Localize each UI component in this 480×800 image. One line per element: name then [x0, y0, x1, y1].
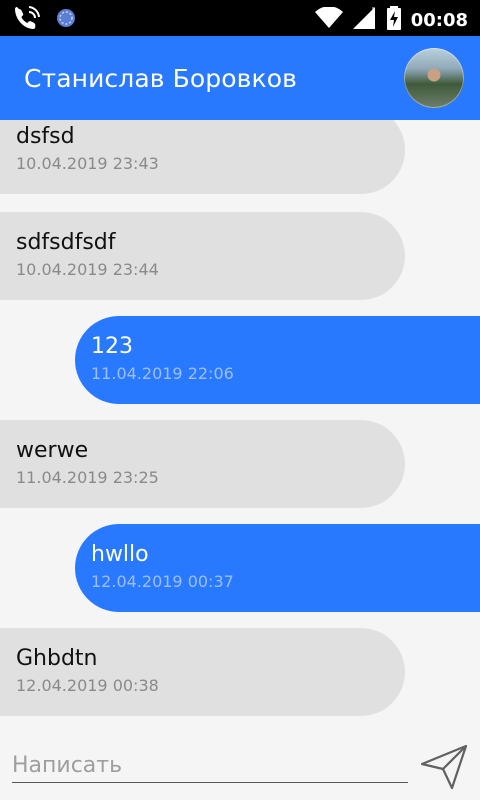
page-title: Станислав Боровков	[24, 64, 297, 93]
phone-wifi-icon	[14, 6, 40, 34]
message-text: dsfsd	[16, 124, 75, 149]
message-time: 10.04.2019 23:43	[16, 154, 159, 173]
message-time: 11.04.2019 22:06	[91, 364, 234, 383]
message-text: werwe	[16, 438, 89, 463]
message-text: 123	[91, 334, 133, 359]
message-bubble-outgoing[interactable]: 123 11.04.2019 22:06	[75, 316, 480, 404]
send-button[interactable]	[418, 740, 470, 792]
message-time: 12.04.2019 00:38	[16, 676, 159, 695]
send-icon	[420, 744, 468, 790]
status-time: 00:08	[410, 9, 468, 31]
message-time: 12.04.2019 00:37	[91, 572, 234, 591]
wifi-icon	[314, 6, 343, 33]
message-text: Ghbdtn	[16, 646, 98, 671]
message-input[interactable]	[12, 748, 408, 783]
message-text: sdfsdfsdf	[16, 230, 116, 255]
message-bubble-incoming[interactable]: dsfsd 10.04.2019 23:43	[0, 120, 405, 194]
message-text: hwllo	[91, 542, 149, 567]
sync-icon	[54, 6, 78, 34]
message-bubble-incoming[interactable]: werwe 11.04.2019 23:25	[0, 420, 405, 508]
status-bar: 00:08	[0, 0, 480, 36]
message-time: 11.04.2019 23:25	[16, 468, 159, 487]
message-list[interactable]: dsfsd 10.04.2019 23:43 sdfsdfsdf 10.04.2…	[0, 120, 480, 730]
signal-icon	[352, 7, 377, 33]
avatar[interactable]	[404, 48, 464, 108]
message-bubble-outgoing[interactable]: hwllo 12.04.2019 00:37	[75, 524, 480, 612]
composer	[0, 730, 480, 800]
app-bar: Станислав Боровков	[0, 36, 480, 120]
battery-charging-icon	[386, 6, 401, 34]
message-bubble-incoming[interactable]: sdfsdfsdf 10.04.2019 23:44	[0, 212, 405, 300]
message-bubble-incoming[interactable]: Ghbdtn 12.04.2019 00:38	[0, 628, 405, 716]
message-time: 10.04.2019 23:44	[16, 260, 159, 279]
